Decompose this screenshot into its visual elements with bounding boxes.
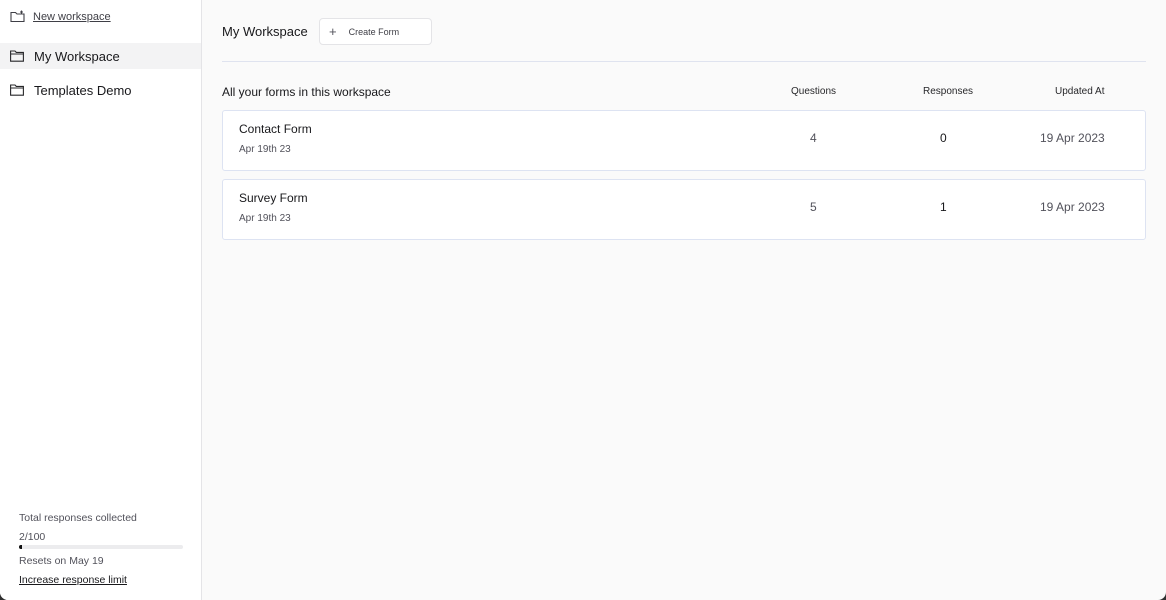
sidebar-item-label: Templates Demo [34, 82, 132, 98]
forms-list-header: All your forms in this workspace Questio… [222, 85, 1146, 102]
column-header-responses: Responses [923, 86, 974, 97]
form-updated-at: 19 Apr 2023 [1040, 131, 1105, 145]
usage-title: Total responses collected [19, 512, 137, 524]
usage-progress-fill [19, 545, 23, 549]
usage-reset-text: Resets on May 19 [19, 555, 104, 567]
form-updated-at: 19 Apr 2023 [1040, 200, 1105, 214]
form-name: Survey Form [239, 191, 308, 205]
form-created-date: Apr 19th 23 [239, 144, 291, 155]
page-title: My Workspace [222, 24, 308, 39]
create-form-button[interactable]: + Create Form [319, 18, 432, 45]
form-questions-count: 4 [810, 131, 817, 145]
sidebar: New workspace My Workspace Templates Dem… [0, 0, 202, 600]
create-form-label: Create Form [348, 26, 400, 37]
form-row-contact-form[interactable]: Contact Form Apr 19th 23 4 0 19 Apr 2023 [222, 110, 1146, 171]
app-window: New workspace My Workspace Templates Dem… [0, 0, 1166, 600]
usage-progress-bar [19, 545, 183, 549]
sidebar-item-templates-demo[interactable]: Templates Demo [0, 77, 201, 103]
usage-panel: Total responses collected 2/100 Resets o… [19, 512, 183, 588]
usage-count: 2/100 [19, 531, 46, 543]
folder-icon [10, 84, 24, 96]
column-header-updated-at: Updated At [1055, 86, 1105, 97]
new-workspace-button[interactable]: New workspace [10, 10, 111, 23]
folder-plus-icon [10, 10, 25, 23]
page-header: My Workspace + Create Form [222, 18, 1146, 62]
form-responses-count: 0 [940, 131, 947, 145]
main-content: My Workspace + Create Form All your form… [202, 0, 1166, 600]
forms-list-title: All your forms in this workspace [222, 85, 391, 99]
increase-limit-link[interactable]: Increase response limit [19, 574, 127, 586]
sidebar-item-label: My Workspace [34, 48, 120, 64]
form-responses-count: 1 [940, 200, 947, 214]
form-created-date: Apr 19th 23 [239, 213, 291, 224]
new-workspace-label: New workspace [33, 10, 111, 23]
form-row-survey-form[interactable]: Survey Form Apr 19th 23 5 1 19 Apr 2023 [222, 179, 1146, 240]
column-header-questions: Questions [791, 86, 837, 97]
form-name: Contact Form [239, 122, 312, 136]
plus-icon: + [329, 24, 337, 39]
folder-icon [10, 50, 24, 62]
sidebar-item-my-workspace[interactable]: My Workspace [0, 43, 201, 69]
form-questions-count: 5 [810, 200, 817, 214]
